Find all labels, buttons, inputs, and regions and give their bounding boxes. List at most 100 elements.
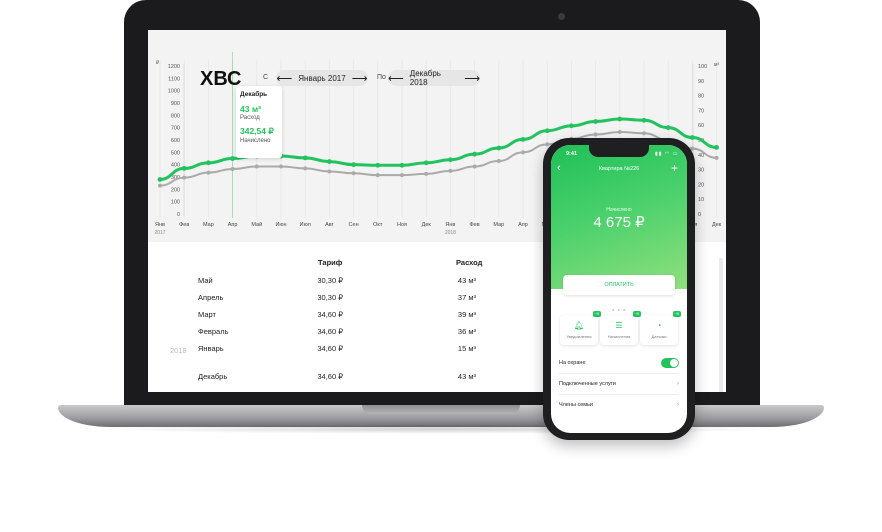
data-point <box>206 170 211 175</box>
data-point <box>714 155 719 160</box>
data-point <box>157 177 163 182</box>
list-item-services[interactable]: Подключенные услуги › <box>559 374 679 395</box>
list-item-family[interactable]: Члены семьи › <box>559 395 679 415</box>
tooltip-charged-value: 342,54 ₽ <box>240 126 274 136</box>
data-point <box>327 169 332 174</box>
data-point <box>496 145 502 151</box>
data-point <box>351 171 356 176</box>
tile-notifications[interactable]: 🔔︎ Уведомления +9 <box>560 311 601 345</box>
table-row-usage: 43 м³ <box>457 372 476 381</box>
data-point <box>593 132 598 137</box>
x-tick-label: Июл <box>300 222 311 228</box>
tooltip-charged-caption: Начислено <box>240 138 271 144</box>
to-date-picker[interactable]: ⟵ Декабрь 2018 ⟶ <box>388 69 480 87</box>
table-row-month: Март <box>198 310 216 319</box>
tile-label: Начисления <box>607 334 631 339</box>
data-point <box>423 160 429 166</box>
page-dots: ● ● ● <box>612 307 627 312</box>
to-date-value: Декабрь 2018 <box>409 69 441 87</box>
tile-sensors[interactable]: ◔ Датчики +9 <box>640 311 681 345</box>
year-label: 2018 <box>170 346 187 355</box>
data-point <box>399 162 405 168</box>
x-tick-label: Мар <box>203 222 214 228</box>
x-tick-label: Дек <box>422 222 432 228</box>
table-row-month: Апрель <box>198 293 224 302</box>
usage-header: Расход <box>456 258 483 267</box>
data-point <box>254 164 259 169</box>
y-tick-right: 30 <box>698 168 704 174</box>
data-point <box>230 166 235 171</box>
data-point <box>544 128 550 134</box>
x-year-label: 2017 <box>154 230 165 236</box>
data-point <box>302 155 308 161</box>
from-date-picker[interactable]: ⟵ Январь 2017 ⟶ <box>276 70 368 86</box>
data-point <box>303 166 308 171</box>
x-tick-label: Сен <box>349 222 359 228</box>
y-tick-left: 0 <box>177 212 180 218</box>
x-tick-label: Окт <box>373 222 383 228</box>
tile-badge: +9 <box>673 311 681 317</box>
tile-label: Датчики <box>651 334 667 339</box>
list-icon: ☰ <box>615 321 623 330</box>
guard-toggle[interactable] <box>661 358 679 368</box>
arrow-left-icon[interactable]: ⟵ <box>276 72 292 85</box>
x-tick-label: Янв <box>445 222 455 228</box>
table-row-usage: 39 м³ <box>457 310 476 319</box>
phone-notch <box>589 145 649 157</box>
table-row-usage: 36 м³ <box>457 327 476 336</box>
from-date-value: Январь 2017 <box>298 73 346 83</box>
y-tick-left: 1100 <box>168 76 180 82</box>
data-point <box>593 119 598 124</box>
arrow-right-icon[interactable]: ⟶ <box>464 72 480 85</box>
data-point <box>400 173 404 178</box>
plus-icon[interactable]: + <box>671 161 678 175</box>
table-row-tariff: 34,60 ₽ <box>317 327 343 336</box>
data-point <box>327 159 332 164</box>
x-year-label: 2018 <box>445 230 456 236</box>
y-tick-left: 1200 <box>168 64 180 70</box>
y-tick-left: 700 <box>171 126 180 132</box>
list-item-guard[interactable]: На охране <box>559 353 679 374</box>
to-label: По <box>377 74 386 81</box>
table-row-tariff: 30,30 ₽ <box>317 276 343 285</box>
table-row-month: Февраль <box>198 327 229 336</box>
data-point <box>375 173 380 178</box>
scrollbar[interactable] <box>719 258 723 392</box>
y-tick-left: 100 <box>171 200 180 206</box>
y-tick-left: 800 <box>171 113 180 119</box>
x-tick-label: Фев <box>179 222 189 228</box>
data-point <box>665 125 671 131</box>
pay-button[interactable]: ОПЛАТИТЬ <box>563 275 675 295</box>
table-row-usage: 15 м³ <box>457 344 476 353</box>
camera-icon <box>558 13 565 20</box>
charged-amount: 4 675 ₽ <box>593 214 645 231</box>
phone: 9:41 ▮▮ ◠ ▭ ‹ Квартира №226 + Начислено … <box>543 138 695 440</box>
y-tick-left: 900 <box>171 101 180 107</box>
x-tick-label: Янв <box>155 222 165 228</box>
data-point <box>472 164 477 169</box>
data-point <box>448 168 453 173</box>
y-tick-left: 200 <box>171 187 180 193</box>
y-unit-left: ₽ <box>156 60 160 66</box>
data-point <box>206 160 211 166</box>
y-tick-right: 70 <box>698 108 704 114</box>
arrow-right-icon[interactable]: ⟶ <box>352 72 368 85</box>
table-row-tariff: 30,30 ₽ <box>317 293 343 302</box>
data-point <box>424 171 429 176</box>
x-tick-label: Мар <box>493 222 504 228</box>
arrow-left-icon[interactable]: ⟵ <box>388 72 404 85</box>
tile-charges[interactable]: ☰ Начисления +9 <box>600 311 641 345</box>
table-row-tariff: 34,60 ₽ <box>317 310 343 319</box>
laptop-notch <box>362 405 520 414</box>
data-point <box>690 135 695 140</box>
data-point <box>448 157 453 163</box>
bell-icon: 🔔︎ <box>573 321 585 330</box>
y-tick-left: 500 <box>171 150 180 156</box>
x-tick-label: Авг <box>325 222 334 228</box>
x-tick-label: Июн <box>275 222 286 228</box>
table-row-month: Декабрь <box>198 372 228 381</box>
tariff-header: Тариф <box>318 258 343 267</box>
data-point <box>279 164 283 169</box>
y-tick-right: 0 <box>698 212 701 218</box>
tooltip-month: Декабрь <box>240 91 268 98</box>
